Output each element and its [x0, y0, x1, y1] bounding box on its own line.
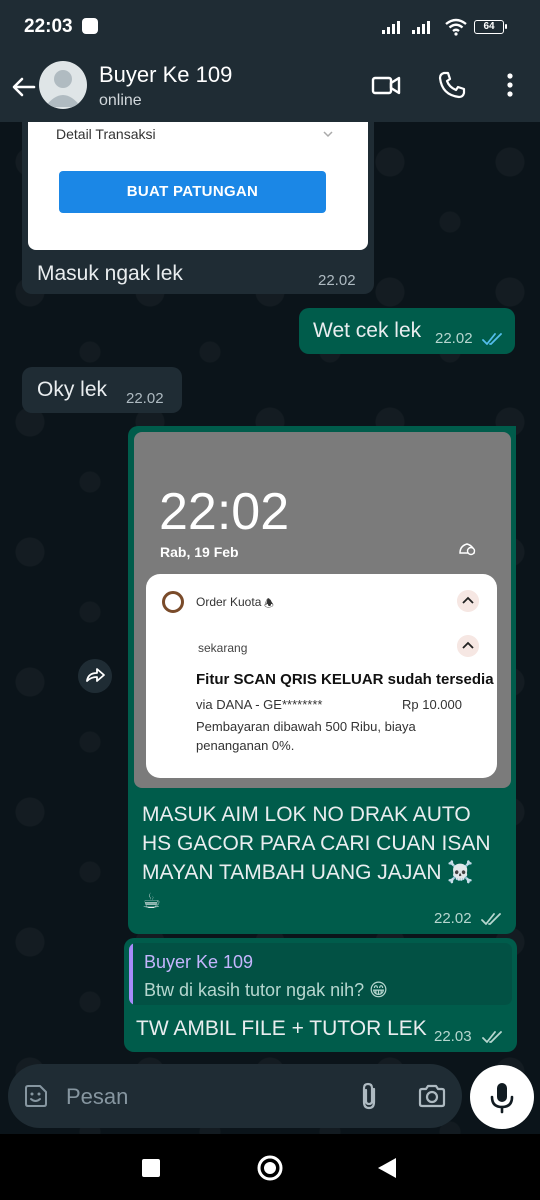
more-icon[interactable] [494, 69, 526, 101]
recents-icon[interactable] [141, 1158, 161, 1178]
notification-amount: Rp 10.000 [402, 697, 462, 712]
message-line: MAYAN TAMBAH UANG JAJAN ☠️ [142, 861, 474, 884]
bell-icon: 🕭 [264, 598, 274, 610]
quote-author: Buyer Ke 109 [144, 952, 254, 972]
quote-bar [129, 943, 133, 1005]
message-time: 22.03 [434, 1028, 472, 1045]
notification-app-name: Order Kuota [196, 595, 262, 609]
mic-button[interactable] [470, 1065, 534, 1129]
image-detail-label: Detail Transaksi [56, 126, 156, 142]
message-text: TW AMBIL FILE + TUTOR LEK [136, 1017, 427, 1040]
message-time: 22.02 [126, 390, 164, 407]
signal-icon-2 [412, 21, 430, 34]
back-arrow-icon[interactable] [8, 71, 40, 103]
message-input-bar[interactable]: Pesan [8, 1064, 462, 1128]
avatar[interactable] [39, 61, 87, 109]
message-text: Masuk ngak lek [37, 262, 183, 285]
notification-description: Pembayaran dibawah 500 Ribu, biaya penan… [196, 719, 416, 753]
status-bar: 22:03 64 [0, 0, 540, 56]
delivered-tick-icon [482, 1031, 502, 1043]
notification-title: Fitur SCAN QRIS KELUAR sudah tersedia [196, 671, 494, 688]
message-line: HS GACOR PARA CARI CUAN ISAN [142, 832, 491, 855]
message-text: Wet cek lek [313, 319, 422, 342]
outgoing-image-message[interactable]: 22:02 Rab, 19 Feb Order Kuota 🕭 sekarang [128, 426, 516, 934]
outgoing-message[interactable]: Wet cek lek 22.02 [299, 308, 515, 354]
notification-icon [82, 18, 98, 34]
delivered-tick-icon [481, 913, 501, 925]
message-line: MASUK AIM LOK NO DRAK AUTO [142, 803, 471, 826]
message-time: 22.02 [318, 272, 356, 289]
contact-status: online [99, 92, 142, 109]
camera-icon[interactable] [417, 1082, 447, 1110]
back-nav-icon[interactable] [376, 1157, 398, 1179]
message-time: 22.02 [435, 330, 473, 347]
mic-icon [490, 1083, 514, 1114]
default-avatar-icon [45, 70, 81, 107]
wifi-icon [445, 18, 467, 36]
quote-text: Btw di kasih tutor ngak nih? 😁 [144, 980, 388, 1000]
battery-icon: 64 [474, 20, 507, 34]
lockscreen-time: 22:02 [159, 483, 290, 541]
video-call-icon[interactable] [370, 69, 402, 101]
transaction-image[interactable]: Detail Transaksi BUAT PATUNGAN [28, 122, 368, 250]
chevron-up-icon [457, 590, 479, 612]
buat-patungan-button: BUAT PATUNGAN [59, 171, 326, 213]
read-tick-icon [482, 333, 502, 345]
message-time: 22.02 [434, 910, 472, 927]
chat-area[interactable]: Detail Transaksi BUAT PATUNGAN Masuk nga… [0, 122, 540, 1134]
phone-icon[interactable] [436, 69, 468, 101]
attach-icon[interactable] [356, 1081, 384, 1111]
quoted-message[interactable]: Buyer Ke 109 Btw di kasih tutor ngak nih… [129, 943, 512, 1005]
message-text: Oky lek [37, 378, 108, 401]
message-text: MASUK AIM LOK NO DRAK AUTO HS GACOR PARA… [142, 800, 491, 916]
chat-header: Buyer Ke 109 online [0, 56, 540, 122]
lockscreen-date: Rab, 19 Feb [160, 544, 239, 560]
forward-icon[interactable] [78, 659, 112, 693]
order-kuota-logo-icon [162, 591, 184, 613]
home-icon[interactable] [256, 1154, 284, 1182]
chevron-down-icon [323, 131, 333, 138]
status-time: 22:03 [24, 16, 73, 37]
chevron-up-icon-2 [457, 635, 479, 657]
incoming-message[interactable]: Detail Transaksi BUAT PATUNGAN Masuk nga… [22, 122, 374, 294]
message-input[interactable]: Pesan [66, 1084, 128, 1110]
notification-via: via DANA - GE******** [196, 697, 323, 712]
lockscreen-screenshot-image[interactable]: 22:02 Rab, 19 Feb Order Kuota 🕭 sekarang [134, 432, 511, 788]
system-nav-bar [0, 1134, 540, 1200]
signal-icon [382, 21, 400, 34]
outgoing-reply-message[interactable]: Buyer Ke 109 Btw di kasih tutor ngak nih… [124, 938, 517, 1052]
notification-card: Order Kuota 🕭 sekarang Fitur SCAN QRIS K… [146, 574, 497, 778]
contact-name[interactable]: Buyer Ke 109 [99, 62, 232, 88]
incoming-message[interactable]: Oky lek 22.02 [22, 367, 182, 413]
notification-time: sekarang [198, 641, 248, 655]
alarm-icon [459, 543, 476, 556]
emoji-icon[interactable] [22, 1082, 50, 1110]
